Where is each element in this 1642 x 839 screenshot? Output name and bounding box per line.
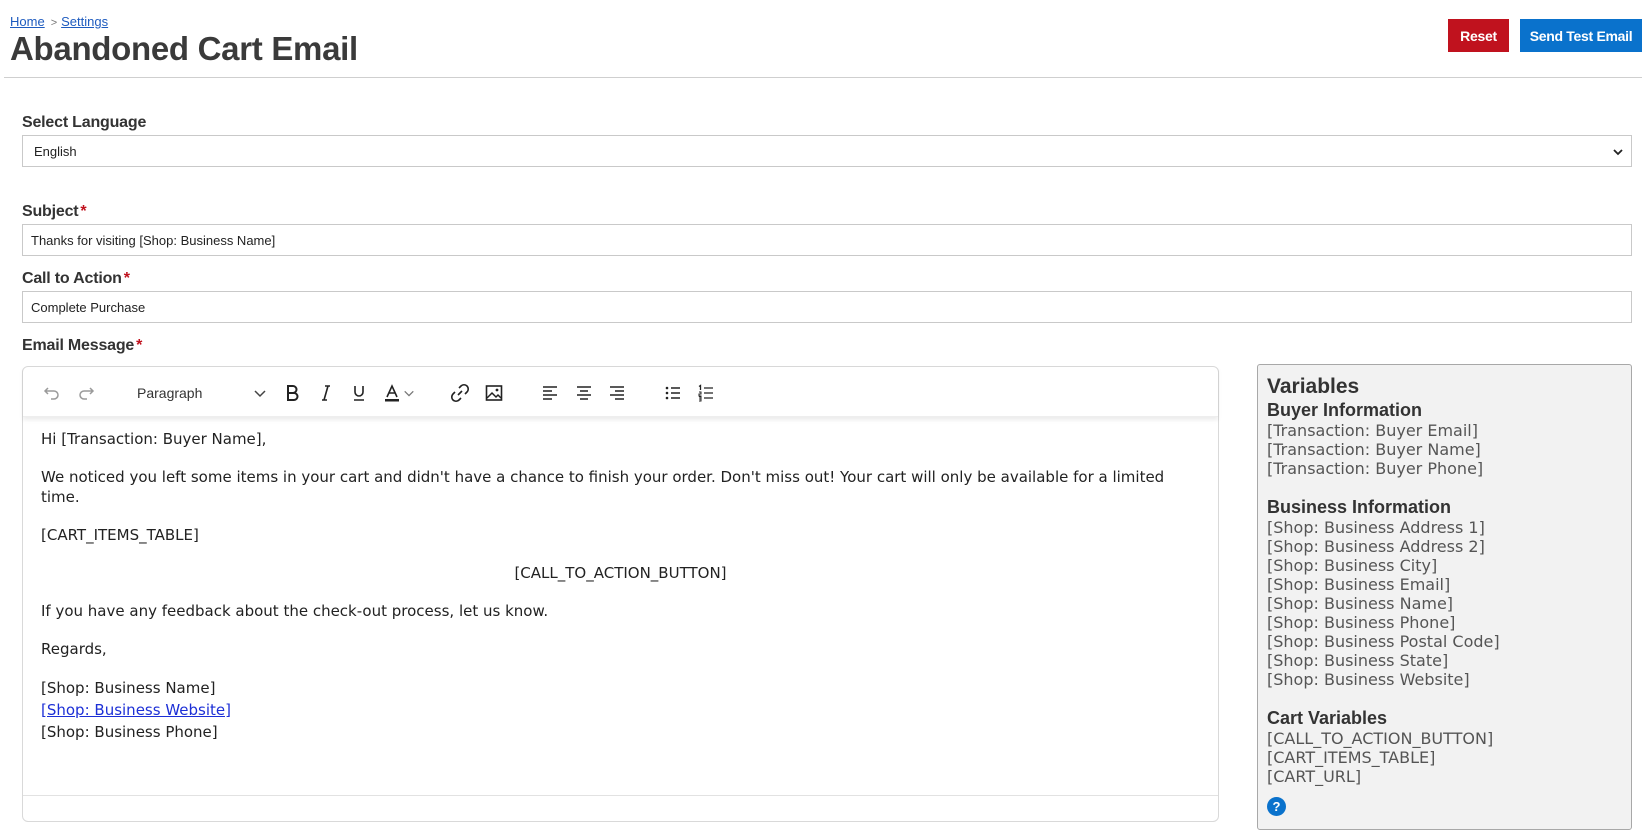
editor-toolbar: Paragraph xyxy=(23,367,1218,417)
variable-item[interactable]: [CALL_TO_ACTION_BUTTON] xyxy=(1267,729,1622,748)
subject-label: Subject * xyxy=(22,203,87,221)
variable-group-business: Business Information [Shop: Business Add… xyxy=(1267,496,1622,689)
redo-icon[interactable] xyxy=(73,380,99,406)
help-icon[interactable]: ? xyxy=(1267,797,1286,816)
variable-item[interactable]: [Shop: Business Postal Code] xyxy=(1267,632,1622,651)
feedback-text: If you have any feedback about the check… xyxy=(41,602,549,620)
cta-label-text: Call to Action xyxy=(22,270,122,287)
variable-item[interactable]: [Shop: Business Email] xyxy=(1267,575,1622,594)
variable-item[interactable]: [Shop: Business City] xyxy=(1267,556,1622,575)
subject-input[interactable] xyxy=(22,224,1632,256)
language-select-value: English xyxy=(34,143,77,159)
reset-button[interactable]: Reset xyxy=(1448,19,1509,52)
signature: [Shop: Business Name] [Shop: Business We… xyxy=(41,677,1200,743)
breadcrumb: Home > Settings xyxy=(10,14,108,29)
variable-item[interactable]: [Shop: Business State] xyxy=(1267,651,1622,670)
variable-item[interactable]: [Shop: Business Name] xyxy=(1267,594,1622,613)
italic-icon[interactable] xyxy=(313,380,339,406)
variable-group-title: Business Information xyxy=(1267,497,1452,517)
signature-website-link[interactable]: [Shop: Business Website] xyxy=(41,701,231,719)
send-test-email-button[interactable]: Send Test Email xyxy=(1520,19,1642,52)
block-format-label: Paragraph xyxy=(137,385,203,401)
cta-label: Call to Action * xyxy=(22,270,130,288)
underline-icon[interactable] xyxy=(346,380,372,406)
variable-item[interactable]: [CART_URL] xyxy=(1267,767,1622,786)
variables-title: Variables xyxy=(1267,375,1360,398)
bullet-list-icon[interactable] xyxy=(660,380,686,406)
variable-item[interactable]: [Shop: Business Phone] xyxy=(1267,613,1622,632)
breadcrumb-separator: > xyxy=(50,17,58,29)
variable-item[interactable]: [Shop: Business Address 2] xyxy=(1267,537,1622,556)
regards-text: Regards, xyxy=(41,640,107,658)
breadcrumb-home-link[interactable]: Home xyxy=(10,14,45,29)
variables-panel: Variables Buyer Information [Transaction… xyxy=(1257,364,1632,830)
variable-group-title: Buyer Information xyxy=(1267,400,1423,420)
variable-item[interactable]: [Transaction: Buyer Phone] xyxy=(1267,459,1622,478)
page-title: Abandoned Cart Email xyxy=(10,30,358,67)
variable-item[interactable]: [Transaction: Buyer Email] xyxy=(1267,421,1622,440)
chevron-down-icon xyxy=(1613,149,1623,156)
editor-status-bar xyxy=(23,795,1218,821)
align-right-icon[interactable] xyxy=(604,380,630,406)
variable-item[interactable]: [Transaction: Buyer Name] xyxy=(1267,440,1622,459)
editor-content[interactable]: Hi [Transaction: Buyer Name], We noticed… xyxy=(41,429,1200,743)
signature-phone: [Shop: Business Phone] xyxy=(41,723,218,741)
required-marker: * xyxy=(123,270,130,287)
email-message-editor[interactable]: Paragraph Hi [Transaction: Buyer Name], … xyxy=(22,366,1219,822)
signature-name: [Shop: Business Name] xyxy=(41,679,216,697)
numbered-list-icon[interactable] xyxy=(693,380,719,406)
variable-group-cart: Cart Variables [CALL_TO_ACTION_BUTTON] [… xyxy=(1267,707,1622,786)
language-select[interactable]: English xyxy=(22,135,1632,167)
bold-icon[interactable] xyxy=(279,380,305,406)
image-icon[interactable] xyxy=(481,380,507,406)
language-label: Select Language xyxy=(22,114,147,131)
cta-input[interactable] xyxy=(22,291,1632,323)
variable-item[interactable]: [CART_ITEMS_TABLE] xyxy=(1267,748,1622,767)
variable-group-buyer: Buyer Information [Transaction: Buyer Em… xyxy=(1267,399,1622,478)
message-label: Email Message * xyxy=(22,337,142,355)
link-icon[interactable] xyxy=(447,380,473,406)
cart-table-placeholder: [CART_ITEMS_TABLE] xyxy=(41,526,199,544)
breadcrumb-settings-link[interactable]: Settings xyxy=(61,14,108,29)
required-marker: * xyxy=(136,337,143,354)
variable-group-title: Cart Variables xyxy=(1267,708,1388,728)
block-format-dropdown[interactable]: Paragraph xyxy=(137,379,267,407)
variable-item[interactable]: [Shop: Business Address 1] xyxy=(1267,518,1622,537)
chevron-down-icon xyxy=(254,390,266,398)
required-marker: * xyxy=(80,203,87,220)
chevron-down-icon[interactable] xyxy=(401,380,417,406)
variable-item[interactable]: [Shop: Business Website] xyxy=(1267,670,1622,689)
cta-button-placeholder: [CALL_TO_ACTION_BUTTON] xyxy=(514,564,727,582)
body-text: We noticed you left some items in your c… xyxy=(41,468,1165,506)
undo-icon[interactable] xyxy=(39,380,65,406)
greeting-text: Hi [Transaction: Buyer Name], xyxy=(41,430,267,448)
message-label-text: Email Message xyxy=(22,337,135,354)
header-divider xyxy=(4,77,1642,78)
align-left-icon[interactable] xyxy=(537,380,563,406)
subject-label-text: Subject xyxy=(22,203,79,220)
align-center-icon[interactable] xyxy=(571,380,597,406)
